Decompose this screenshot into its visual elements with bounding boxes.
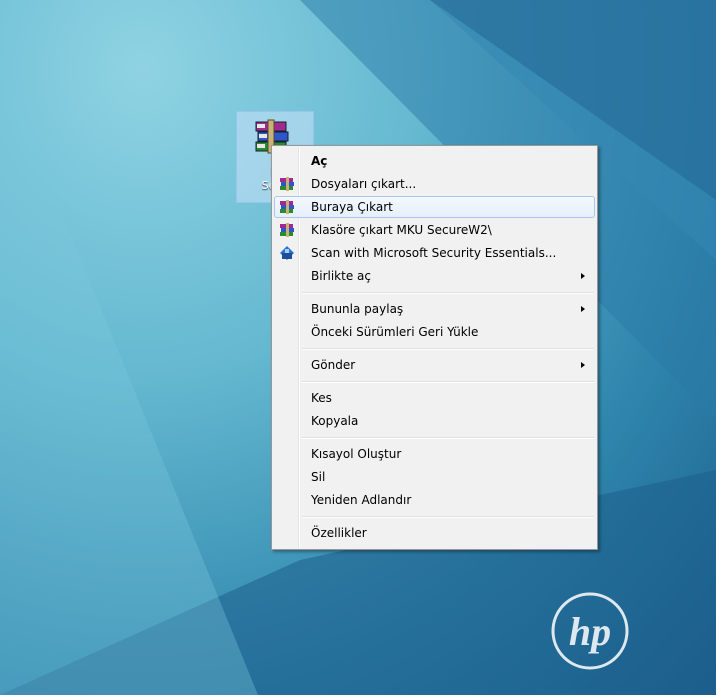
hp-logo-text: hp xyxy=(569,609,611,654)
menu-item-cut[interactable]: Kes xyxy=(274,387,595,409)
menu-item-label: Buraya Çıkart xyxy=(311,200,393,214)
menu-item-share-with[interactable]: Bununla paylaş xyxy=(274,298,595,320)
menu-item-extract-to-folder[interactable]: Klasöre çıkart MKU SecureW2\ xyxy=(274,219,595,241)
menu-item-label: Özellikler xyxy=(311,526,367,540)
menu-item-label: Klasöre çıkart MKU SecureW2\ xyxy=(311,223,492,237)
menu-separator xyxy=(302,292,594,294)
desktop-background: M Secu hp Aç Dosyaları çıkart... Buraya … xyxy=(0,0,716,695)
winrar-icon xyxy=(280,223,294,237)
menu-item-label: Aç xyxy=(311,154,328,168)
menu-item-label: Kes xyxy=(311,391,332,405)
menu-item-label: Gönder xyxy=(311,358,356,372)
winrar-icon xyxy=(280,200,294,214)
menu-item-label: Sil xyxy=(311,470,326,484)
menu-item-send-to[interactable]: Gönder xyxy=(274,354,595,376)
menu-item-scan-security-essentials[interactable]: Scan with Microsoft Security Essentials.… xyxy=(274,242,595,264)
menu-item-copy[interactable]: Kopyala xyxy=(274,410,595,432)
menu-item-delete[interactable]: Sil xyxy=(274,466,595,488)
menu-item-label: Dosyaları çıkart... xyxy=(311,177,417,191)
menu-separator xyxy=(302,348,594,350)
menu-item-properties[interactable]: Özellikler xyxy=(274,522,595,544)
menu-item-label: Kopyala xyxy=(311,414,359,428)
menu-item-extract-here[interactable]: Buraya Çıkart xyxy=(274,196,595,218)
menu-item-extract-files[interactable]: Dosyaları çıkart... xyxy=(274,173,595,195)
menu-separator xyxy=(302,381,594,383)
menu-item-open[interactable]: Aç xyxy=(274,150,595,172)
menu-item-label: Önceki Sürümleri Geri Yükle xyxy=(311,325,479,339)
menu-item-restore-previous-versions[interactable]: Önceki Sürümleri Geri Yükle xyxy=(274,321,595,343)
menu-separator xyxy=(302,516,594,518)
context-menu: Aç Dosyaları çıkart... Buraya Çıkart Kla… xyxy=(271,145,598,550)
submenu-arrow-icon xyxy=(581,273,585,279)
menu-item-label: Scan with Microsoft Security Essentials.… xyxy=(311,246,557,260)
menu-item-label: Kısayol Oluştur xyxy=(311,447,402,461)
winrar-icon xyxy=(280,177,294,191)
submenu-arrow-icon xyxy=(581,306,585,312)
submenu-arrow-icon xyxy=(581,362,585,368)
menu-item-open-with[interactable]: Birlikte aç xyxy=(274,265,595,287)
menu-item-label: Yeniden Adlandır xyxy=(311,493,412,507)
menu-item-create-shortcut[interactable]: Kısayol Oluştur xyxy=(274,443,595,465)
menu-separator xyxy=(302,437,594,439)
security-essentials-icon xyxy=(280,246,294,260)
menu-item-rename[interactable]: Yeniden Adlandır xyxy=(274,489,595,511)
menu-item-label: Birlikte aç xyxy=(311,269,371,283)
menu-item-label: Bununla paylaş xyxy=(311,302,404,316)
hp-logo: hp xyxy=(551,592,629,670)
